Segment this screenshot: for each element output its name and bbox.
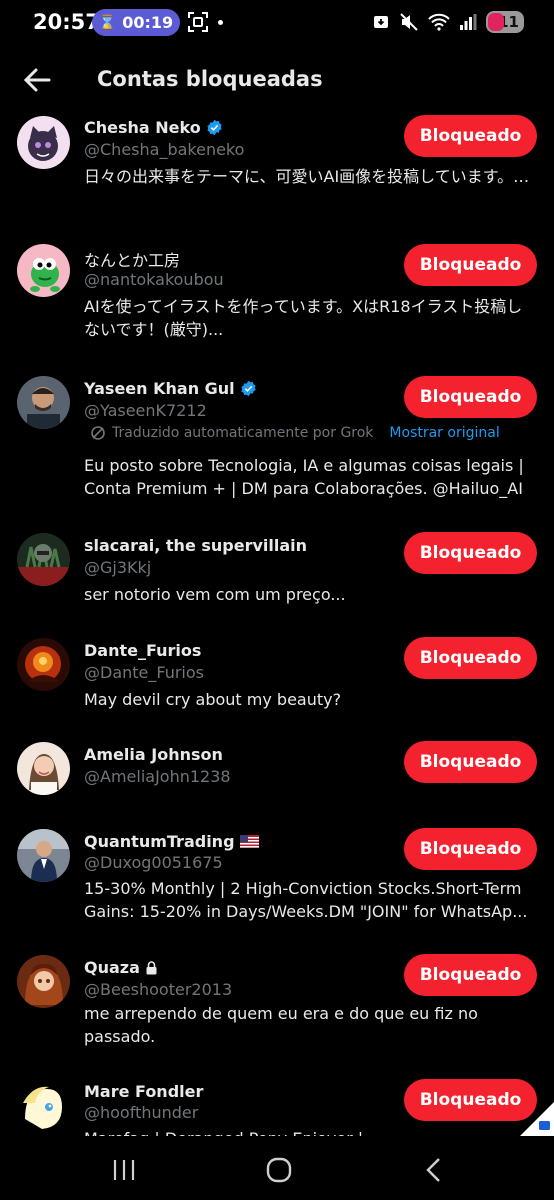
avatar[interactable]	[17, 116, 70, 169]
account-name: QuantumTrading	[84, 832, 235, 851]
avatar[interactable]	[17, 376, 70, 429]
account-bio: 日々の出来事をテーマに、可愛いAI画像を投稿しています。…	[84, 167, 530, 186]
battery-bolt-icon	[488, 13, 504, 31]
battery-indicator: 11	[486, 11, 524, 33]
page-title: Contas bloqueadas	[97, 67, 323, 91]
avatar[interactable]	[17, 955, 70, 1008]
blocked-button[interactable]: Bloqueado	[404, 1079, 537, 1121]
account-name: Dante_Furios	[84, 641, 202, 660]
blocked-button[interactable]: Bloqueado	[404, 828, 537, 870]
screenshot-icon	[188, 12, 208, 32]
account-handle: @Dante_Furios	[84, 663, 204, 682]
timer-pill[interactable]: ⌛ 00:19	[92, 9, 180, 36]
verified-badge-icon	[207, 119, 222, 136]
header: Contas bloqueadas	[0, 56, 554, 104]
grok-translate-icon	[91, 426, 105, 440]
account-handle: @Beeshooter2013	[84, 980, 233, 999]
account-bio: 15-30% Monthly | 2 High-Conviction Stock…	[84, 879, 528, 921]
mute-icon	[400, 13, 418, 31]
account-handle: @AmeliaJohn1238	[84, 767, 231, 786]
account-name: なんとか工房	[84, 251, 181, 270]
account-name: Chesha Neko	[84, 118, 201, 137]
status-icons: 11	[372, 11, 524, 33]
account-bio: me arrependo de quem eu era e do que eu …	[84, 1004, 478, 1046]
account-name: Amelia Johnson	[84, 745, 223, 764]
blocked-button[interactable]: Bloqueado	[404, 532, 537, 574]
lock-icon	[146, 960, 157, 974]
show-original-link[interactable]: Mostrar original	[389, 425, 499, 441]
wifi-icon	[428, 13, 450, 31]
account-name: slacarai, the supervillain	[84, 536, 308, 555]
hourglass-icon: ⌛	[98, 14, 117, 31]
account-bio: May devil cry about my beauty?	[84, 690, 342, 709]
account-bio: ser notorio vem com um preço...	[84, 585, 346, 604]
avatar[interactable]	[17, 533, 70, 586]
translation-label: Traduzido automaticamente por Grok	[112, 425, 374, 441]
account-name: Quaza	[84, 958, 140, 977]
back-icon[interactable]	[419, 1156, 449, 1184]
account-name: Yaseen Khan Gul	[84, 379, 235, 398]
avatar[interactable]	[17, 829, 70, 882]
account-handle: @nantokakoubou	[84, 270, 224, 289]
blocked-button[interactable]: Bloqueado	[404, 376, 537, 418]
verified-badge-icon	[241, 380, 256, 397]
back-arrow-icon[interactable]	[22, 66, 52, 94]
account-bio: Marefag | Deranged Pony Enjoyer |	[84, 1127, 534, 1136]
account-handle: @Gj3Kkj	[84, 558, 152, 577]
blocked-button[interactable]: Bloqueado	[404, 741, 537, 783]
status-clock: 20:57	[33, 10, 100, 34]
avatar[interactable]	[17, 244, 70, 297]
home-icon[interactable]	[264, 1156, 294, 1184]
account-bio: AIを使ってイラストを作っています。XはR18イラスト投稿しないです！(厳守).…	[84, 297, 523, 339]
us-flag-icon	[239, 835, 259, 848]
account-handle: @Chesha_bakeneko	[84, 140, 245, 159]
signal-icon	[460, 14, 477, 30]
blocked-button[interactable]: Bloqueado	[404, 115, 537, 157]
timer-value: 00:19	[122, 13, 174, 32]
notification-dot	[218, 20, 223, 25]
account-handle: @hoofthunder	[84, 1103, 199, 1122]
recent-apps-icon[interactable]	[109, 1156, 139, 1184]
account-bio: Eu posto sobre Tecnologia, IA e algumas …	[84, 456, 524, 498]
avatar[interactable]	[17, 638, 70, 691]
account-handle: @YaseenK7212	[84, 401, 207, 420]
avatar[interactable]	[17, 1079, 70, 1132]
blocked-button[interactable]: Bloqueado	[404, 954, 537, 996]
blocked-button[interactable]: Bloqueado	[404, 244, 537, 286]
system-nav-bar	[0, 1136, 554, 1200]
avatar[interactable]	[17, 742, 70, 795]
account-name: Mare Fondler	[84, 1082, 204, 1101]
status-bar: 20:57 ⌛ 00:19 11	[0, 0, 554, 46]
translation-notice: Traduzido automaticamente por Grok Mostr…	[90, 425, 500, 441]
sim-icon	[374, 16, 388, 28]
account-handle: @Duxog0051675	[84, 853, 223, 872]
accessibility-shortcut-icon[interactable]	[520, 1102, 554, 1136]
blocked-button[interactable]: Bloqueado	[404, 637, 537, 679]
